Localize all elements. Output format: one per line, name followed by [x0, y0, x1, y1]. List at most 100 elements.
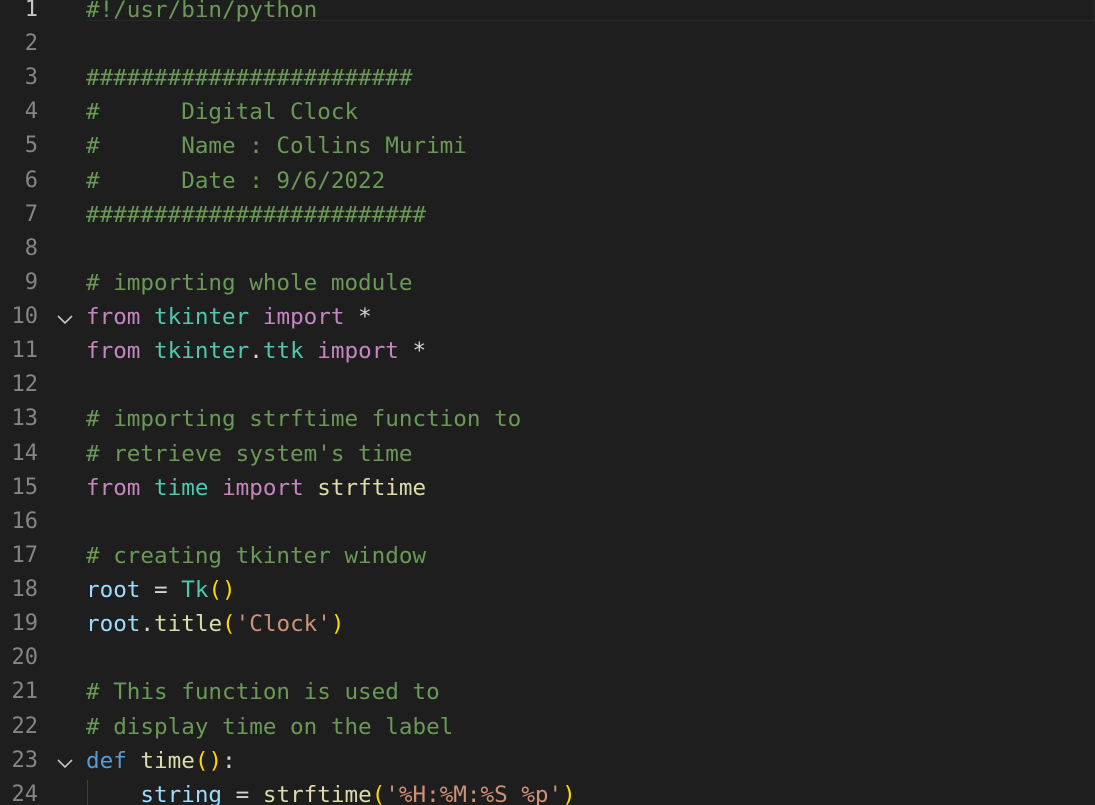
line-code: # Date : 9/6/2022 [86, 167, 386, 194]
code-token: import [262, 304, 345, 331]
code-token: root [86, 611, 141, 638]
code-token: = [140, 577, 182, 604]
line-number: 16 [11, 508, 39, 534]
code-token: strftime [317, 474, 427, 501]
code-token: '%H:%M:%S %p' [385, 781, 563, 805]
line-code: # retrieve system's time [86, 440, 413, 467]
line-number: 24 [11, 781, 39, 805]
line-number: 10 [11, 304, 39, 330]
line-code: from time import strftime [86, 474, 427, 501]
line-code: # creating tkinter window [86, 542, 427, 569]
code-line[interactable]: 5 # Name : Collins Murimi [0, 135, 1095, 169]
code-token: ) [562, 781, 576, 805]
line-code: ######################### [86, 203, 426, 226]
code-editor[interactable]: 1 #!/usr/bin/python 2 3 ####################… [0, 0, 1095, 805]
line-number: 5 [24, 133, 38, 159]
code-token: root [86, 577, 141, 604]
line-code: # This function is used to [86, 681, 440, 704]
code-token: # Digital Clock [86, 99, 359, 126]
code-token: string [140, 781, 223, 805]
code-token: tkinter [154, 304, 250, 331]
code-line[interactable]: 11 from tkinter.ttk import * [0, 340, 1095, 374]
code-line[interactable]: 6 # Date : 9/6/2022 [0, 167, 1095, 204]
code-token: # display time on the label [86, 713, 454, 740]
line-number: 11 [11, 338, 39, 364]
line-number: 23 [11, 747, 39, 773]
line-number: 13 [11, 406, 39, 432]
line-number: 18 [11, 577, 39, 603]
line-number: 17 [11, 542, 39, 568]
code-token: def [86, 747, 127, 774]
code-line[interactable]: 23 def time(): [0, 747, 1095, 784]
line-code: def time(): [86, 747, 236, 774]
code-line[interactable]: 7 ######################### [0, 201, 1095, 238]
line-code: from tkinter import * [86, 304, 372, 331]
code-line[interactable]: 12 [0, 374, 1095, 408]
fold-chevron-down-icon[interactable] [55, 753, 75, 773]
code-token: # Name : Collins Murimi [86, 133, 467, 160]
fold-chevron-down-icon[interactable] [55, 309, 75, 329]
code-token: ( [222, 611, 236, 638]
code-token: * [344, 304, 372, 331]
line-number: 3 [24, 65, 38, 91]
code-token: : [222, 747, 236, 774]
line-number: 12 [11, 372, 39, 398]
code-token: () [208, 577, 236, 604]
code-line[interactable]: 9 # importing whole module [0, 271, 1095, 306]
code-line[interactable]: 16 [0, 508, 1095, 545]
line-number: 4 [24, 99, 38, 125]
code-line[interactable]: 20 [0, 647, 1095, 681]
code-token: from [86, 474, 141, 501]
code-token: * [398, 338, 427, 365]
code-line[interactable]: 17 # creating tkinter window [0, 542, 1095, 579]
code-token: ttk [262, 338, 304, 365]
line-number: 2 [24, 31, 38, 57]
line-number: 14 [11, 440, 39, 466]
code-token: # Date : 9/6/2022 [86, 167, 386, 194]
code-token: #!/usr/bin/python [86, 0, 318, 23]
line-number: 22 [11, 713, 39, 739]
code-line[interactable]: 18 root = Tk() [0, 579, 1095, 613]
line-number: 21 [11, 679, 39, 705]
line-code: from tkinter.ttk import * [86, 338, 427, 365]
code-line[interactable]: 13 # importing strftime function to [0, 408, 1095, 442]
line-code: # importing strftime function to [86, 406, 522, 433]
code-token: from [86, 304, 141, 331]
code-line[interactable]: 1 #!/usr/bin/python [0, 0, 1095, 33]
code-line[interactable]: 21 # This function is used to [0, 681, 1095, 715]
code-token: # retrieve system's time [86, 440, 413, 467]
code-line[interactable]: 19 root.title('Clock') [0, 613, 1095, 647]
code-line[interactable]: 15 from time import strftime [0, 474, 1095, 511]
code-token: # creating tkinter window [86, 542, 427, 569]
line-code: # Digital Clock [86, 99, 359, 126]
code-token: # importing strftime function to [86, 406, 522, 433]
code-line[interactable]: 22 # display time on the label [0, 713, 1095, 750]
line-number: 1 [24, 0, 38, 22]
code-token: . [140, 611, 155, 638]
code-token: Tk [181, 577, 209, 604]
code-line[interactable]: 14 # retrieve system's time [0, 440, 1095, 477]
code-token: ( [371, 781, 386, 805]
code-token: time [154, 474, 209, 501]
code-token: strftime [262, 781, 372, 805]
line-number: 8 [24, 235, 38, 261]
code-line[interactable]: 3 ######################## [0, 67, 1095, 101]
code-line[interactable]: 2 [0, 33, 1095, 67]
line-number: 7 [24, 201, 38, 227]
code-token: import [317, 338, 399, 365]
code-token: from [86, 338, 141, 365]
code-line[interactable]: 10 from tkinter import * [0, 306, 1095, 340]
line-code: # importing whole module [86, 272, 412, 295]
code-line[interactable]: 24 string = strftime('%H:%M:%S %p') [0, 781, 1095, 805]
code-line[interactable]: 4 # Digital Clock [0, 101, 1095, 135]
code-line[interactable]: 8 [0, 235, 1095, 272]
code-token: time [140, 747, 195, 774]
line-number: 6 [24, 167, 38, 193]
line-code: root = Tk() [86, 577, 236, 604]
